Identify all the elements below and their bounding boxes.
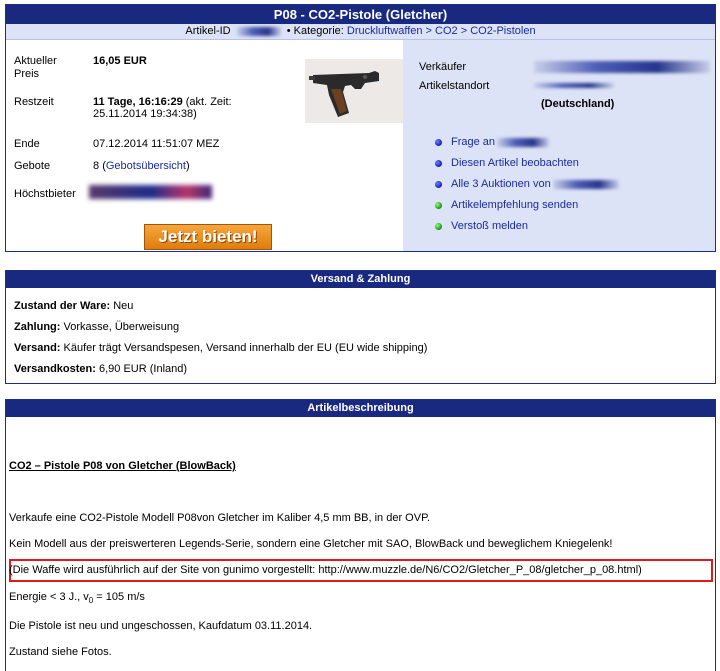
condition-row: Zustand der Ware: Neu	[14, 300, 133, 312]
shipping-title: Versand & Zahlung	[6, 271, 715, 288]
item-photo[interactable]	[305, 59, 403, 123]
payment-row: Zahlung: Vorkasse, Überweisung	[14, 321, 179, 333]
remaining-time-value: 11 Tage, 16:16:29	[93, 96, 183, 108]
shipping-panel: Versand & Zahlung Zustand der Ware: Neu …	[5, 270, 716, 384]
highest-bidder-redacted	[89, 185, 212, 199]
green-bullet-icon	[435, 222, 442, 230]
bids-value: 8 (Gebotsübersicht)	[93, 160, 190, 172]
action-beobachten[interactable]: Diesen Artikel beobachten	[435, 157, 579, 169]
category-path-link[interactable]: Druckluftwaffen > CO2 > CO2-Pistolen	[347, 25, 536, 37]
report-link[interactable]: Verstoß melden	[451, 220, 528, 232]
location-label: Artikelstandort	[419, 80, 490, 92]
description-p6: Zustand siehe Fotos.	[9, 646, 112, 658]
cost-value: 6,90 EUR (Inland)	[98, 363, 188, 375]
condition-value: Neu	[113, 300, 134, 312]
current-price-label: Aktueller Preis	[14, 55, 57, 80]
bid-history-link[interactable]: Gebotsübersicht	[106, 160, 186, 172]
bids-label: Gebote	[14, 160, 51, 172]
seller-label: Verkäufer	[419, 61, 467, 73]
energy-prefix: Energie < 3 J., v	[9, 591, 89, 603]
shipping-row: Versand: Käufer trägt Versandspesen, Ver…	[14, 342, 427, 354]
description-p5: Die Pistole ist neu und ungeschossen, Ka…	[9, 620, 313, 632]
recommend-link[interactable]: Artikelempfehlung senden	[451, 199, 578, 211]
blue-bullet-icon	[435, 180, 442, 188]
location-country: (Deutschland)	[541, 98, 615, 110]
shipping-value: Käufer trägt Versandspesen, Versand inne…	[63, 342, 428, 354]
description-p2: Kein Modell aus der preiswerteren Legend…	[9, 538, 613, 550]
description-title: Artikelbeschreibung	[6, 400, 715, 417]
location-redacted	[534, 83, 614, 88]
article-id-redacted	[236, 26, 281, 36]
bid-now-button[interactable]: Jetzt bieten!	[144, 224, 272, 250]
remaining-note: (akt. Zeit:	[185, 96, 232, 108]
description-p3: (Die Waffe wird ausführlich auf der Site…	[9, 564, 642, 576]
remaining-time: 11 Tage, 16:16:29 (akt. Zeit: 25.11.2014…	[93, 96, 232, 120]
action-verstoss[interactable]: Verstoß melden	[435, 220, 528, 232]
remaining-label: Restzeit	[14, 96, 54, 108]
energy-suffix: = 105 m/s	[93, 591, 145, 603]
seller-name-redacted	[534, 61, 710, 73]
action-alle-auktionen[interactable]: Alle 3 Auktionen von	[435, 178, 619, 190]
current-time-note: 25.11.2014 19:34:38)	[93, 108, 197, 120]
description-energy: Energie < 3 J., v0 = 105 m/s	[9, 591, 145, 605]
condition-label: Zustand der Ware:	[14, 300, 111, 312]
cost-label: Versandkosten:	[14, 363, 96, 375]
pistol-image	[305, 59, 403, 123]
all-auctions-link[interactable]: Alle 3 Auktionen von	[451, 178, 551, 190]
current-price-value: 16,05 EUR	[93, 55, 147, 67]
payment-label: Zahlung:	[14, 321, 61, 333]
article-id-label: Artikel-ID	[185, 25, 231, 37]
category-label: Kategorie:	[293, 25, 344, 37]
end-label: Ende	[14, 138, 40, 150]
bids-count: 8	[93, 160, 100, 172]
description-p1: Verkaufe eine CO2-Pistole Modell P08von …	[9, 512, 431, 524]
auction-panel: P08 - CO2-Pistole (Gletcher) Artikel-ID …	[5, 4, 716, 252]
green-bullet-icon	[435, 201, 442, 209]
description-heading: CO2 – Pistole P08 von Gletcher (BlowBack…	[9, 460, 236, 472]
blue-bullet-icon	[435, 159, 442, 167]
payment-value: Vorkasse, Überweisung	[63, 321, 180, 333]
shipping-label: Versand:	[14, 342, 61, 354]
highest-bidder-label: Höchstbieter	[14, 188, 76, 200]
watch-item-link[interactable]: Diesen Artikel beobachten	[451, 157, 579, 169]
action-frage[interactable]: Frage an	[435, 136, 550, 148]
ask-seller-link[interactable]: Frage an	[451, 136, 495, 148]
blue-bullet-icon	[435, 138, 442, 146]
auction-subbar: Artikel-ID • Kategorie: Druckluftwaffen …	[6, 24, 715, 40]
cost-row: Versandkosten: 6,90 EUR (Inland)	[14, 363, 187, 375]
action-empfehlung[interactable]: Artikelempfehlung senden	[435, 199, 578, 211]
end-value: 07.12.2014 11:51:07 MEZ	[93, 138, 220, 150]
auction-title: P08 - CO2-Pistole (Gletcher)	[6, 5, 715, 24]
